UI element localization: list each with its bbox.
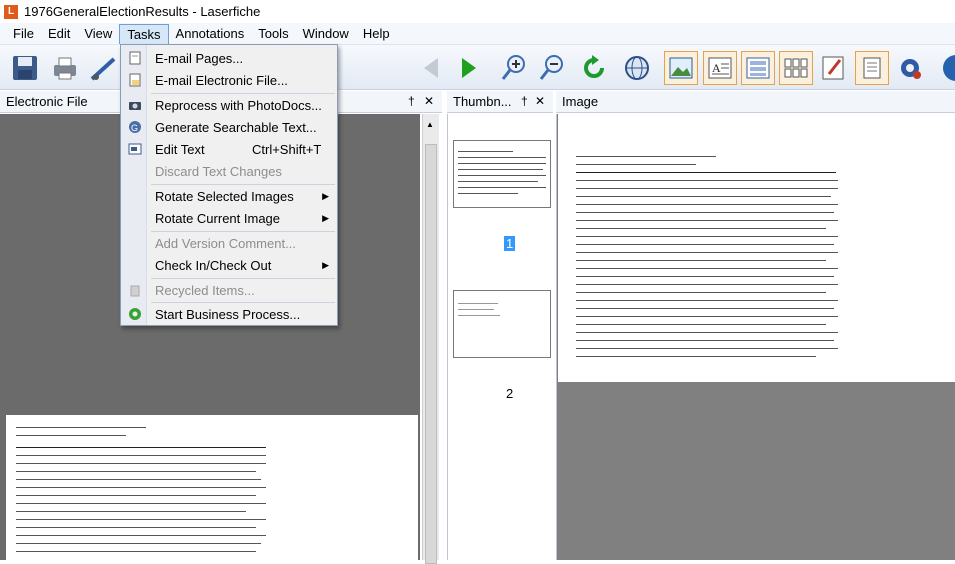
close-icon[interactable]: ✕ [424,94,434,108]
menu-tools[interactable]: Tools [251,24,295,44]
svg-text:A: A [712,61,721,75]
previous-page-icon[interactable] [414,51,448,85]
pin-icon[interactable]: † [408,94,415,108]
window-title: 1976GeneralElectionResults - Laserfiche [24,4,261,19]
menu-file[interactable]: File [6,24,41,44]
svg-text:G: G [131,123,138,133]
menu-help[interactable]: Help [356,24,397,44]
menu-discard-text-changes[interactable]: Discard Text Changes [121,160,337,182]
web-link-icon[interactable] [620,51,654,85]
text-view-icon[interactable]: A [703,51,737,85]
camera-icon [127,97,143,113]
help-icon[interactable] [933,51,955,85]
menu-check-in-out[interactable]: Check In/Check Out ▶ [121,254,337,276]
menu-recycled-items[interactable]: Recycled Items... [121,279,337,301]
scrollbar-thumb[interactable] [425,144,437,564]
page-properties-icon[interactable] [855,51,889,85]
email-file-icon [127,72,143,88]
electronic-file-panel-title: Electronic File [6,94,88,109]
save-icon[interactable] [8,51,42,85]
menu-generate-searchable-text[interactable]: G Generate Searchable Text... [121,116,337,138]
thumbnails-panel-header: Thumbn... † ✕ [447,91,553,113]
thumbnails-panel-title: Thumbn... [453,94,512,109]
recycle-bin-icon [127,282,143,298]
print-icon[interactable] [48,51,82,85]
settings-gear-icon[interactable] [893,51,927,85]
image-panel-header: Image [556,91,955,113]
thumbnail-page-1-label[interactable]: 1 [504,236,516,251]
business-process-gear-icon [127,306,143,322]
menu-bar: File Edit View Tasks Annotations Tools W… [0,23,955,45]
image-view-icon[interactable] [664,51,698,85]
zoom-out-icon[interactable] [535,51,569,85]
refresh-icon[interactable] [577,51,611,85]
submenu-arrow-icon: ▶ [322,212,329,223]
electronic-file-page-preview [6,415,418,560]
menu-view[interactable]: View [77,24,119,44]
edit-text-shortcut: Ctrl+Shift+T [252,141,322,157]
scroll-up-arrow-icon[interactable]: ▲ [426,120,434,129]
laserfiche-logo-icon: L [4,4,18,19]
menu-rotate-selected-images[interactable]: Rotate Selected Images ▶ [121,185,337,207]
thumbnails-view-icon[interactable] [779,51,813,85]
image-page-view [558,114,955,382]
email-page-icon [127,50,143,66]
annotation-pen-icon[interactable] [817,51,851,85]
submenu-arrow-icon: ▶ [322,259,329,270]
menu-start-business-process[interactable]: Start Business Process... [121,303,337,325]
ocr-icon: G [127,119,143,135]
image-panel-title: Image [562,94,599,109]
menu-window[interactable]: Window [296,24,356,44]
menu-email-pages[interactable]: E-mail Pages... [121,47,337,69]
thumbnail-page-2-label[interactable]: 2 [506,386,513,401]
next-page-icon[interactable] [452,51,486,85]
menu-edit[interactable]: Edit [41,24,77,44]
thumbnail-page-2[interactable] [453,290,551,358]
electronic-file-scrollbar[interactable]: ▲ [422,114,439,564]
edit-text-icon [127,141,143,157]
thumbnails-pin-icon[interactable]: † [521,94,528,108]
scan-icon[interactable] [86,51,120,85]
submenu-arrow-icon: ▶ [322,190,329,201]
menu-add-version-comment[interactable]: Add Version Comment... [121,232,337,254]
zoom-in-icon[interactable] [497,51,531,85]
menu-edit-text[interactable]: Edit Text Ctrl+Shift+T [121,138,337,160]
thumbnail-page-1[interactable] [453,140,551,208]
menu-email-electronic-file[interactable]: E-mail Electronic File... [121,69,337,91]
tasks-dropdown-menu: E-mail Pages... E-mail Electronic File..… [120,44,338,326]
metadata-icon[interactable] [741,51,775,85]
menu-annotations[interactable]: Annotations [169,24,252,44]
menu-rotate-current-image[interactable]: Rotate Current Image ▶ [121,207,337,229]
thumbnails-close-icon[interactable]: ✕ [535,94,545,108]
menu-reprocess-photodocs[interactable]: Reprocess with PhotoDocs... [121,94,337,116]
title-bar: L 1976GeneralElectionResults - Laserfich… [0,0,955,23]
menu-tasks[interactable]: Tasks [119,23,169,44]
